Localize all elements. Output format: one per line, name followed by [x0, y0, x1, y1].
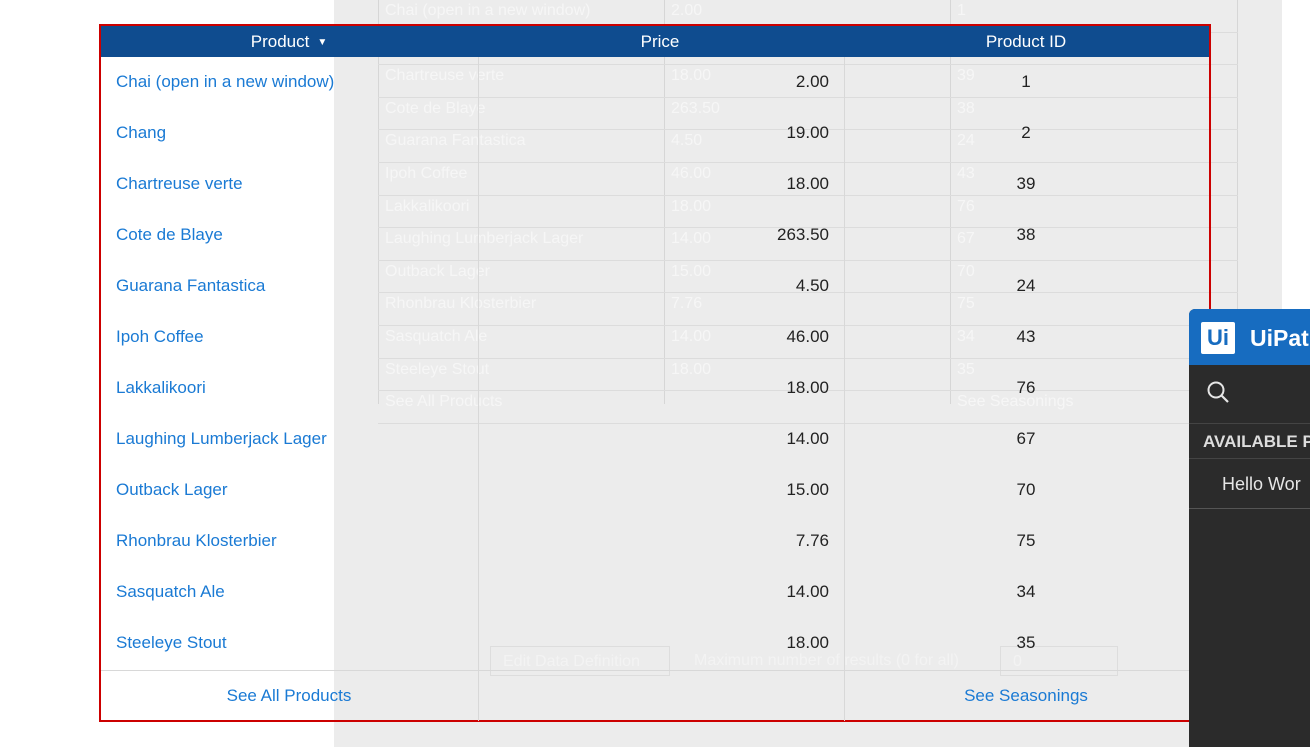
uipath-title: UiPat: [1250, 325, 1309, 351]
footer-divider: [101, 670, 1209, 671]
product-id-cell: 1: [1021, 72, 1031, 91]
price-cell: 14.00: [786, 429, 829, 448]
product-link[interactable]: Sasquatch Ale: [116, 577, 225, 607]
grid-header: Product ▼ Price Product ID: [101, 26, 1209, 57]
uipath-titlebar: Ui UiPat: [1189, 309, 1310, 365]
price-cell: 2.00: [795, 72, 829, 91]
product-link[interactable]: Laughing Lumberjack Lager: [116, 424, 327, 454]
sort-desc-icon: ▼: [317, 37, 328, 48]
product-id-cell: 38: [1016, 225, 1036, 244]
column-header-product[interactable]: Product ▼: [101, 26, 477, 57]
product-link[interactable]: Cote de Blaye: [116, 220, 223, 250]
price-cell: 263.50: [777, 225, 829, 244]
product-id-cell: 24: [1016, 276, 1036, 295]
product-link[interactable]: Chang: [116, 118, 166, 148]
product-link[interactable]: Ipoh Coffee: [116, 322, 204, 352]
uipath-panel: Ui UiPat AVAILABLE P Hello Wor: [1189, 309, 1310, 747]
column-divider: [478, 57, 479, 721]
product-link[interactable]: Lakkalikoori: [116, 373, 206, 403]
product-id-cell: 34: [1016, 582, 1036, 601]
product-id-cell: 35: [1016, 633, 1036, 652]
column-header-product-label: Product: [250, 32, 310, 51]
product-id-cell: 39: [1016, 174, 1036, 193]
price-cell: 46.00: [786, 327, 829, 346]
background-table-cell: Chai (open in a new window): [385, 2, 591, 19]
price-cell: 18.00: [786, 378, 829, 397]
product-grid: Product ▼ Price Product ID Chai (open in …: [99, 24, 1211, 722]
column-header-product-id[interactable]: Product ID: [843, 26, 1209, 57]
process-item-divider: [1189, 508, 1310, 509]
price-cell: 15.00: [786, 480, 829, 499]
background-table-cell: 2.00: [671, 2, 703, 19]
product-id-cell: 2: [1021, 123, 1031, 142]
process-item-hello-world[interactable]: Hello Wor: [1222, 474, 1301, 495]
price-cell: 4.50: [795, 276, 829, 295]
see-all-products-link[interactable]: See All Products: [101, 681, 477, 711]
product-id-cell: 75: [1016, 531, 1036, 550]
product-id-cell: 67: [1016, 429, 1036, 448]
column-header-price[interactable]: Price: [477, 26, 843, 57]
product-link[interactable]: Chai (open in a new window): [116, 67, 334, 97]
price-cell: 18.00: [786, 174, 829, 193]
product-link[interactable]: Chartreuse verte: [116, 169, 243, 199]
price-cell: 14.00: [786, 582, 829, 601]
column-divider: [844, 57, 845, 721]
search-icon[interactable]: [1205, 379, 1231, 405]
available-processes-header: AVAILABLE P: [1189, 423, 1310, 459]
product-link[interactable]: Rhonbrau Klosterbier: [116, 526, 277, 556]
price-cell: 18.00: [786, 633, 829, 652]
product-link[interactable]: Steeleye Stout: [116, 628, 227, 658]
price-cell: 19.00: [786, 123, 829, 142]
background-table-cell: 1: [957, 2, 966, 19]
uipath-logo: Ui: [1201, 322, 1235, 354]
see-seasonings-link[interactable]: See Seasonings: [843, 681, 1209, 711]
product-id-cell: 76: [1016, 378, 1036, 397]
product-link[interactable]: Outback Lager: [116, 475, 228, 505]
product-id-cell: 43: [1016, 327, 1036, 346]
product-id-cell: 70: [1016, 480, 1036, 499]
price-cell: 7.76: [795, 531, 829, 550]
product-link[interactable]: Guarana Fantastica: [116, 271, 265, 301]
